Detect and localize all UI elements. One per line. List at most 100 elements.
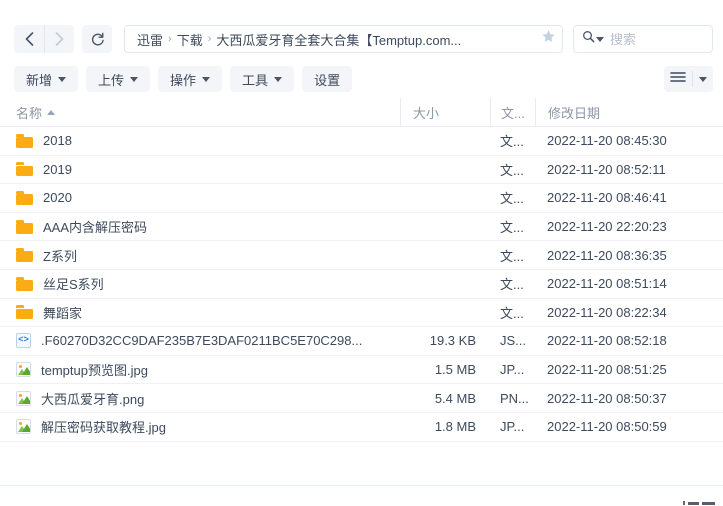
refresh-button[interactable] (82, 25, 112, 53)
file-size-cell: 1.5 MB (434, 362, 476, 378)
table-row[interactable]: AAA内含解压密码 文... 2022-11-20 22:20:23 (0, 213, 723, 242)
file-name-label: temptup预览图.jpg (41, 363, 148, 379)
file-name-label: 解压密码获取教程.jpg (41, 420, 166, 436)
file-list: 2018 文... 2022-11-20 08:45:30 2019 文... 2022-… (0, 127, 723, 442)
image-file-icon (16, 419, 31, 435)
table-row[interactable]: 解压密码获取教程.jpg 1.8 MB JP... 2022-11-20 08:50:… (0, 413, 723, 442)
file-type-cell: 文... (500, 305, 524, 321)
breadcrumb-separator: › (207, 33, 212, 45)
table-row[interactable]: 2018 文... 2022-11-20 08:45:30 (0, 127, 723, 156)
file-size-cell: 19.3 KB (429, 333, 476, 349)
empty-list-area (0, 441, 723, 485)
file-date-cell: 2022-11-20 08:50:59 (547, 419, 667, 435)
chevron-left-icon (25, 32, 33, 46)
file-name-label: 2018 (43, 133, 72, 149)
file-size-cell: 5.4 MB (434, 390, 476, 406)
action-toolbar: 新增 上传 操作 工具 设置 (0, 60, 723, 98)
file-name-label: .F60270D32CC9DAF235B7E3DAF0211BC5E70C298… (41, 333, 363, 349)
settings-button-label: 设置 (314, 72, 341, 88)
cropped-bottom-indicator (683, 500, 715, 505)
folder-icon (16, 248, 33, 263)
table-row[interactable]: 丝足S系列 文... 2022-11-20 08:51:14 (0, 270, 723, 299)
table-row[interactable]: temptup预览图.jpg 1.5 MB JP... 2022-11-20 08:5… (0, 356, 723, 385)
nav-button-group (14, 25, 74, 53)
folder-icon (16, 305, 33, 320)
search-input[interactable] (610, 31, 704, 47)
operations-button[interactable]: 操作 (158, 66, 223, 92)
folder-icon (16, 133, 33, 148)
file-name-cell[interactable]: 2018 (0, 133, 400, 148)
file-type-cell: 文... (500, 220, 524, 236)
navigation-bar: 迅雷 › 下载 › 大西瓜爱牙育全套大合集【Temptup.com... (0, 18, 723, 60)
column-header-size[interactable]: 大小 (400, 98, 490, 126)
view-chevron-down-icon[interactable] (699, 76, 707, 82)
file-name-cell[interactable]: AAA内含解压密码 (0, 217, 400, 236)
chevron-right-icon (55, 32, 64, 46)
folder-icon (16, 190, 33, 205)
view-options-button[interactable] (664, 66, 713, 92)
file-date-cell: 2022-11-20 08:45:30 (547, 133, 667, 149)
search-scope-chevron-down-icon[interactable] (596, 36, 604, 42)
forward-button[interactable] (44, 25, 74, 53)
file-name-cell[interactable]: 2020 (0, 190, 400, 205)
file-name-cell[interactable]: 2019 (0, 162, 400, 177)
table-row[interactable]: 舞蹈家 文... 2022-11-20 08:22:34 (0, 299, 723, 328)
refresh-icon (91, 32, 104, 45)
back-button[interactable] (14, 25, 44, 53)
file-type-cell: 文... (500, 191, 524, 207)
file-type-cell: 文... (500, 162, 524, 178)
breadcrumb-item-1[interactable]: 下载 (177, 30, 203, 49)
file-list-header: 名称 大小 文... 修改日期 (0, 98, 723, 127)
file-type-cell: JP... (500, 419, 525, 435)
upload-button[interactable]: 上传 (86, 66, 151, 92)
file-type-cell: 文... (500, 134, 524, 150)
file-name-cell[interactable]: <> .F60270D32CC9DAF235B7E3DAF0211BC5E70C2… (0, 333, 400, 349)
file-name-cell[interactable]: 大西瓜爱牙育.png (0, 389, 400, 408)
table-row[interactable]: 2020 文... 2022-11-20 08:46:41 (0, 184, 723, 213)
image-file-icon (16, 362, 31, 378)
file-name-label: 舞蹈家 (43, 305, 83, 321)
file-date-cell: 2022-11-20 08:51:25 (547, 362, 667, 378)
chevron-down-icon (274, 76, 283, 82)
file-date-cell: 2022-11-20 08:52:11 (547, 161, 666, 177)
breadcrumb-item-0[interactable]: 迅雷 (137, 30, 163, 49)
file-name-label: Z系列 (43, 248, 77, 264)
column-header-date[interactable]: 修改日期 (535, 98, 723, 126)
file-type-cell: JS... (500, 333, 527, 349)
hamburger-menu-icon (670, 70, 686, 88)
code-file-icon: <> (16, 333, 31, 349)
chevron-down-icon (202, 76, 211, 82)
file-date-cell: 2022-11-20 08:36:35 (547, 247, 667, 263)
file-size-cell: 1.8 MB (434, 419, 476, 435)
window-top-spacer (0, 0, 723, 18)
file-date-cell: 2022-11-20 08:46:41 (547, 190, 667, 206)
breadcrumb-current-folder[interactable]: 大西瓜爱牙育全套大合集【Temptup.com... (216, 30, 461, 49)
file-type-cell: PN... (500, 390, 529, 406)
table-row[interactable]: 大西瓜爱牙育.png 5.4 MB PN... 2022-11-20 08:50:37 (0, 384, 723, 413)
chevron-down-icon (58, 76, 67, 82)
table-row[interactable]: Z系列 文... 2022-11-20 08:36:35 (0, 241, 723, 270)
search-box[interactable] (573, 25, 713, 53)
tools-button[interactable]: 工具 (230, 66, 295, 92)
table-row[interactable]: 2019 文... 2022-11-20 08:52:11 (0, 156, 723, 185)
file-name-cell[interactable]: 解压密码获取教程.jpg (0, 417, 400, 436)
folder-icon (16, 219, 33, 234)
image-file-icon (16, 390, 31, 406)
tools-button-label: 工具 (242, 72, 269, 88)
table-row[interactable]: <> .F60270D32CC9DAF235B7E3DAF0211BC5E70C2… (0, 327, 723, 356)
file-manager-window: 迅雷 › 下载 › 大西瓜爱牙育全套大合集【Temptup.com... 搜索 … (0, 0, 723, 506)
file-name-cell[interactable]: Z系列 (0, 246, 400, 265)
file-name-cell[interactable]: 舞蹈家 (0, 303, 400, 322)
column-header-type[interactable]: 文... (490, 98, 535, 126)
settings-button[interactable]: 设置 (302, 66, 353, 92)
folder-icon (16, 162, 33, 177)
upload-button-label: 上传 (98, 72, 125, 88)
file-name-cell[interactable]: 丝足S系列 (0, 274, 400, 293)
favorite-star-icon[interactable] (541, 29, 556, 49)
column-header-name[interactable]: 名称 (0, 103, 400, 122)
breadcrumb: 迅雷 › 下载 › 大西瓜爱牙育全套大合集【Temptup.com... (137, 30, 535, 49)
file-name-cell[interactable]: temptup预览图.jpg (0, 360, 400, 379)
address-bar[interactable]: 迅雷 › 下载 › 大西瓜爱牙育全套大合集【Temptup.com... (124, 25, 563, 53)
new-button[interactable]: 新增 (14, 66, 79, 92)
column-header-name-label: 名称 (16, 105, 43, 121)
